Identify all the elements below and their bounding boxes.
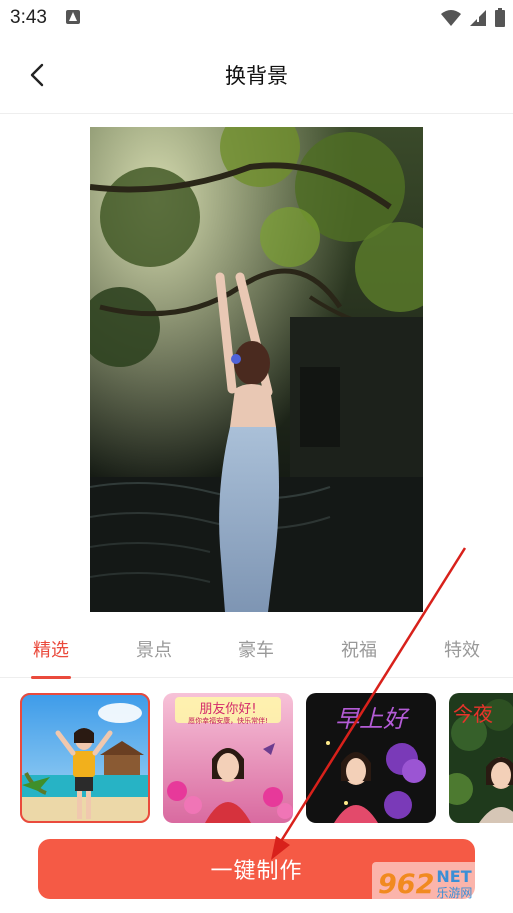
notification-icon bbox=[66, 10, 80, 24]
tab-featured[interactable]: 精选 bbox=[11, 636, 91, 662]
greeting-heading: 朋友你好! bbox=[199, 701, 256, 717]
status-bar: 3:43 bbox=[0, 0, 513, 36]
template-greeting[interactable]: 朋友你好! 愿你幸福安康，快乐常伴! bbox=[163, 693, 293, 823]
status-icons bbox=[441, 8, 505, 27]
watermark-domain: NET bbox=[436, 867, 472, 886]
tab-scenic[interactable]: 景点 bbox=[114, 636, 194, 662]
active-tab-indicator bbox=[31, 676, 71, 679]
status-time: 3:43 bbox=[10, 7, 47, 28]
tab-luxury-cars[interactable]: 豪车 bbox=[216, 636, 296, 662]
watermark-site: 乐游网 bbox=[436, 886, 473, 900]
greeting-subtext: 愿你幸福安康，快乐常伴! bbox=[188, 716, 268, 725]
watermark-number: 962 bbox=[378, 868, 435, 900]
site-watermark: 962 NET 乐游网 bbox=[372, 862, 510, 906]
template-tonight[interactable]: 今夜 bbox=[449, 693, 513, 823]
page-title: 换背景 bbox=[225, 64, 288, 88]
wifi-icon bbox=[441, 9, 461, 26]
battery-icon bbox=[495, 8, 505, 27]
preview-image bbox=[90, 127, 423, 612]
morning-heading: 早上好 bbox=[335, 705, 410, 733]
signal-icon bbox=[470, 9, 486, 26]
tab-blessings[interactable]: 祝福 bbox=[319, 636, 399, 662]
template-good-morning[interactable]: 早上好 bbox=[306, 693, 436, 823]
template-list: 朋友你好! 愿你幸福安康，快乐常伴! 早上好 今夜 bbox=[0, 693, 513, 825]
category-tabs: 精选 景点 豪车 祝福 特效 bbox=[0, 620, 513, 679]
header: 换背景 bbox=[0, 36, 513, 114]
tab-effects[interactable]: 特效 bbox=[422, 636, 502, 662]
night-heading: 今夜 bbox=[453, 702, 493, 726]
template-beach[interactable] bbox=[20, 693, 150, 823]
